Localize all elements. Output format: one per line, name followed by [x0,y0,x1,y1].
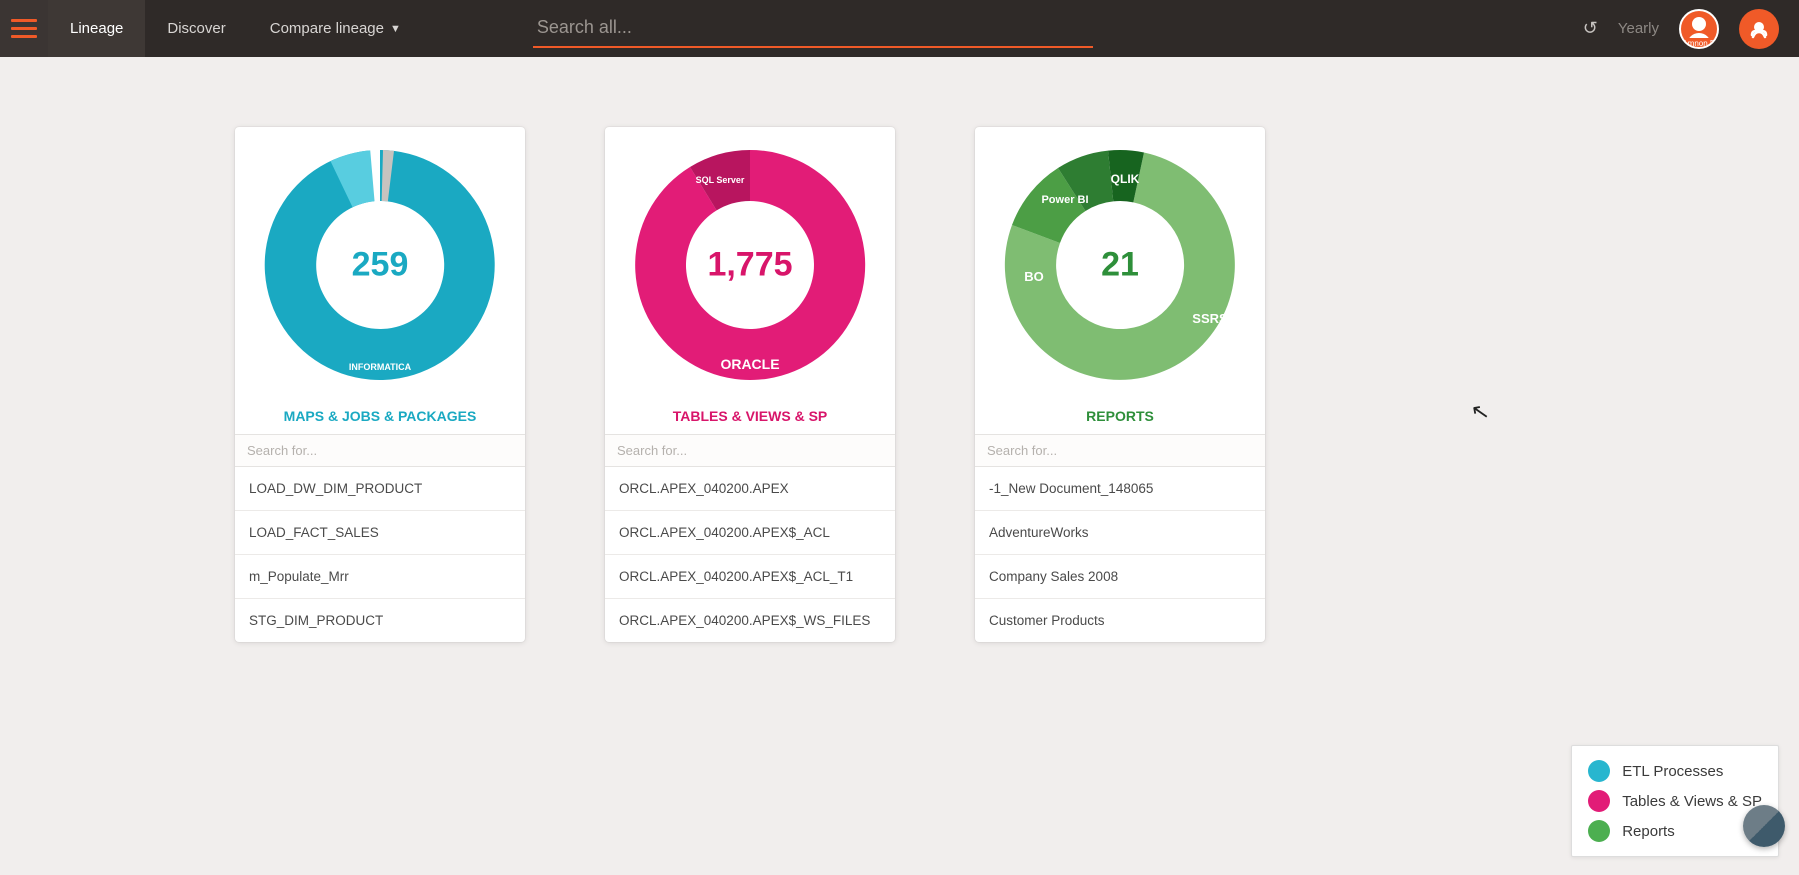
list-item[interactable]: LOAD_DW_DIM_PRODUCT [235,467,525,511]
list-item[interactable]: LOAD_FACT_SALES [235,511,525,555]
list-item[interactable]: Customer Products [975,599,1265,642]
nav-compare-lineage[interactable]: Compare lineage ▼ [248,0,423,57]
legend-row-tables[interactable]: Tables & Views & SP [1588,786,1762,816]
global-search-wrap [533,9,1093,48]
header-right: ↺ Yearly Amnon D [1583,9,1799,49]
card-tables: ORACLE SQL Server 1,775 TABLES & VIEWS &… [605,127,895,642]
legend-row-reports[interactable]: Reports [1588,816,1762,846]
slice-label-oracle: ORACLE [720,356,779,372]
legend-swatch-icon [1588,790,1610,812]
list-item[interactable]: ORCL.APEX_040200.APEX$_ACL_T1 [605,555,895,599]
donut-tables[interactable]: ORACLE SQL Server 1,775 [605,127,895,402]
donut-etl[interactable]: INFORMATICA 259 [235,127,525,402]
user-avatar[interactable]: Amnon D [1679,9,1719,49]
legend-swatch-icon [1588,820,1610,842]
menu-hamburger[interactable] [0,0,48,57]
list-etl[interactable]: LOAD_DW_DIM_PRODUCT LOAD_FACT_SALES m_Po… [235,467,525,642]
legend-row-etl[interactable]: ETL Processes [1588,756,1762,786]
legend-swatch-icon [1588,760,1610,782]
list-item[interactable]: m_Populate_Mrr [235,555,525,599]
card-reports: SSRS BO Power BI QLIK 21 REPORTS -1_New … [975,127,1265,642]
donut-reports[interactable]: SSRS BO Power BI QLIK 21 [975,127,1265,402]
slice-label-bo: BO [1024,269,1044,284]
slice-label-sqlserver: SQL Server [696,175,745,185]
slice-label-informatica: INFORMATICA [349,362,412,372]
history-icon[interactable]: ↺ [1583,18,1598,39]
list-tables[interactable]: ORCL.APEX_040200.APEX ORCL.APEX_040200.A… [605,467,895,642]
nav-discover[interactable]: Discover [145,0,247,57]
donut-center-tables: 1,775 [707,245,792,284]
list-item[interactable]: AdventureWorks [975,511,1265,555]
card-title-tables: TABLES & VIEWS & SP [605,402,895,434]
list-item[interactable]: Company Sales 2008 [975,555,1265,599]
donut-center-reports: 21 [1101,245,1139,284]
search-etl-input[interactable] [235,434,525,467]
slice-label-powerbi: Power BI [1041,194,1088,206]
card-title-etl: MAPS & JOBS & PACKAGES [235,402,525,434]
app-logo-icon[interactable] [1739,9,1779,49]
nav-lineage[interactable]: Lineage [48,0,145,57]
chevron-down-icon: ▼ [390,23,401,35]
list-item[interactable]: ORCL.APEX_040200.APEX$_WS_FILES [605,599,895,642]
card-etl: INFORMATICA 259 MAPS & JOBS & PACKAGES L… [235,127,525,642]
search-tables-input[interactable] [605,434,895,467]
list-item[interactable]: -1_New Document_148065 [975,467,1265,511]
slice-label-ssrs: SSRS [1192,311,1228,326]
list-item[interactable]: ORCL.APEX_040200.APEX [605,467,895,511]
user-name-badge: Amnon D [1679,38,1719,49]
list-item[interactable]: ORCL.APEX_040200.APEX$_ACL [605,511,895,555]
nav-compare-label: Compare lineage [270,20,384,37]
app-header: Lineage Discover Compare lineage ▼ ↺ Yea… [0,0,1799,57]
donut-center-etl: 259 [352,245,409,284]
global-search-input[interactable] [533,9,1093,48]
help-bubble-icon[interactable] [1743,805,1785,847]
legend-label: Reports [1622,823,1675,840]
card-title-reports: REPORTS [975,402,1265,434]
slice-label-qlik: QLIK [1111,172,1140,186]
search-reports-input[interactable] [975,434,1265,467]
list-item[interactable]: STG_DIM_PRODUCT [235,599,525,642]
legend-label: ETL Processes [1622,763,1723,780]
dashboard: INFORMATICA 259 MAPS & JOBS & PACKAGES L… [0,57,1799,642]
period-label[interactable]: Yearly [1618,20,1659,37]
list-reports[interactable]: -1_New Document_148065 AdventureWorks Co… [975,467,1265,642]
legend-label: Tables & Views & SP [1622,793,1762,810]
